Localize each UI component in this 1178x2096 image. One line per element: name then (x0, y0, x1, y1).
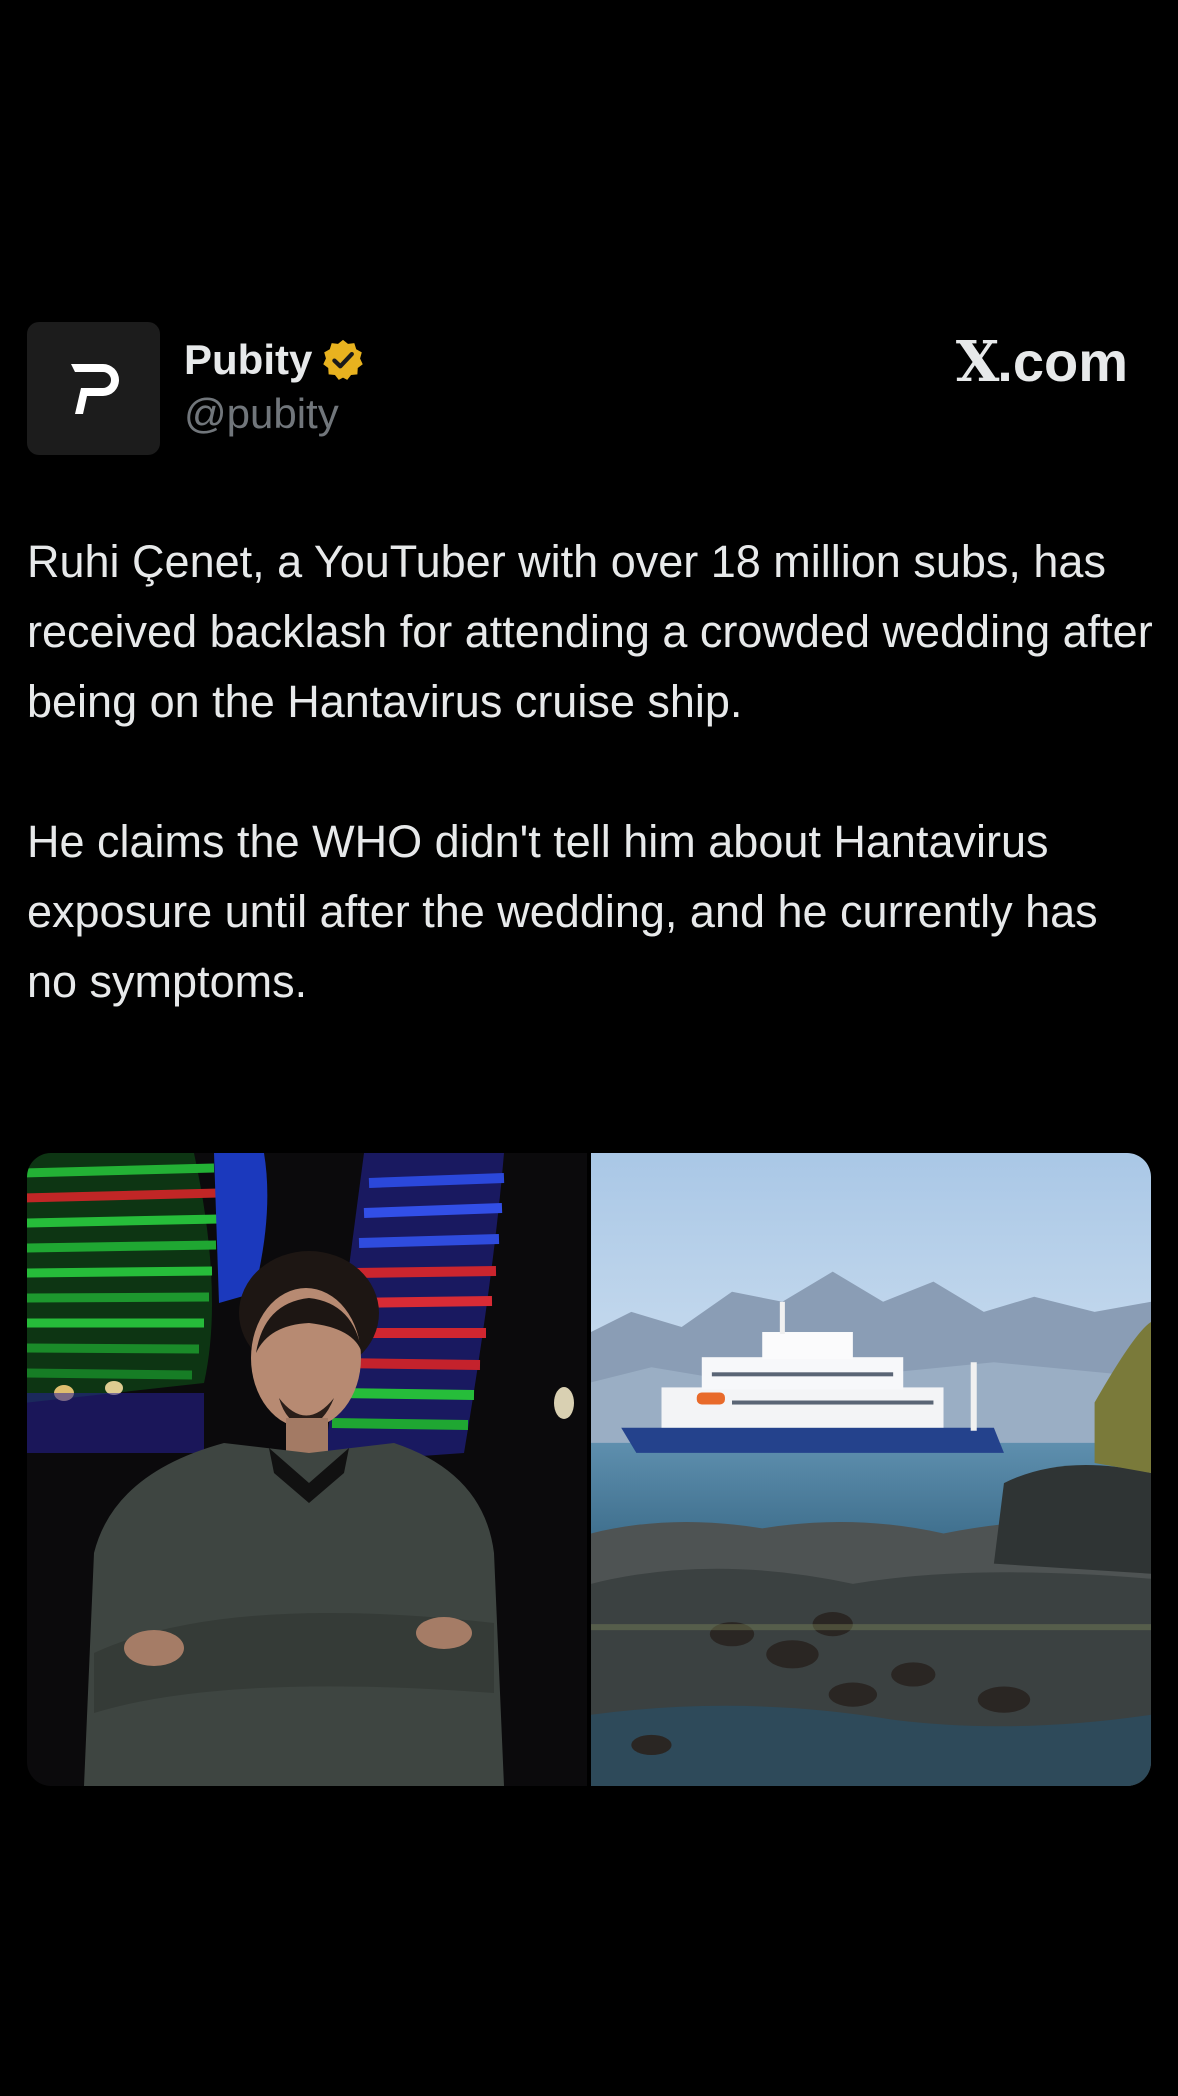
author-name-row: Pubity (184, 334, 366, 386)
media-image-cruise-ship[interactable] (591, 1153, 1151, 1786)
cruise-ship-photo-icon (591, 1153, 1151, 1786)
x-logo-icon: X (955, 329, 999, 395)
verified-badge-icon (323, 339, 364, 380)
media-grid (27, 1153, 1151, 1786)
pubity-logo-icon (70, 363, 119, 414)
tweet-paragraph-1: Ruhi Çenet, a YouTuber with over 18 mill… (27, 536, 1153, 727)
brand-suffix: .com (997, 330, 1128, 393)
display-name[interactable]: Pubity (184, 334, 312, 386)
x-com-brand: X .com (956, 328, 1128, 396)
tweet-paragraph-2: He claims the WHO didn't tell him about … (27, 816, 1098, 1007)
portrait-photo-icon (27, 1153, 587, 1786)
media-image-portrait[interactable] (27, 1153, 587, 1786)
author-handle[interactable]: @pubity (184, 388, 339, 440)
tweet-text: Ruhi Çenet, a YouTuber with over 18 mill… (27, 527, 1157, 1017)
avatar[interactable] (27, 322, 160, 455)
